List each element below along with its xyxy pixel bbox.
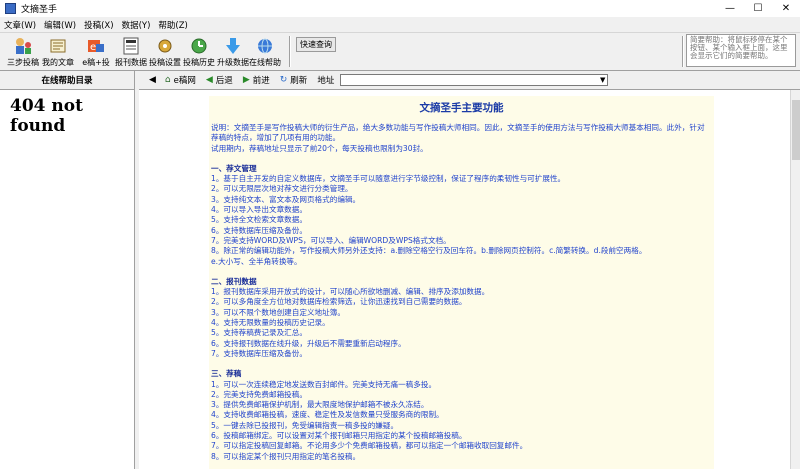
- forward-button[interactable]: ▶ 前进: [243, 74, 270, 86]
- section-heading: 二、报刊数据: [211, 276, 257, 286]
- doc-intro-line: 说明：文摘圣手是写作投稿大师的衍生产品，绝大多数功能与写作投稿大师相同。因此，文…: [211, 123, 705, 143]
- upgrade-data-button[interactable]: 升级数据: [216, 35, 250, 68]
- scrollbar-thumb[interactable]: [792, 100, 800, 160]
- feature-document: 文摘圣手主要功能 说明：文摘圣手是写作投稿大师的衍生产品，绝大多数功能与写作投稿…: [209, 96, 714, 469]
- wizard-icon: [13, 36, 33, 56]
- section-heading: 三、荐稿: [211, 369, 242, 379]
- back-icon: ◀: [205, 75, 213, 85]
- list-item: 1。基于自主开发的自定义数据库，文摘圣手可以随意进行字节级控制，保证了程序的柔韧…: [211, 174, 566, 184]
- svg-text:e: e: [90, 42, 96, 53]
- list-item: e.大小写、全半角转换等。: [211, 256, 302, 266]
- history-icon: [189, 36, 209, 56]
- list-item: 5。支持全文检索文章数据。: [211, 215, 307, 225]
- address-label: 地址: [317, 76, 335, 86]
- list-item: 1。可以一次连续稳定地发送数百封邮件。完美支持无痛一稿多投。: [211, 379, 437, 389]
- list-item: 5。一键去除已投报刊，免受编辑指责一稿多投的嫌疑。: [211, 420, 399, 430]
- newspaper-data-button[interactable]: 报刊数据: [114, 35, 148, 68]
- menu-bar: 文章(W) 编辑(W) 投稿(X) 数据(Y) 帮助(Z): [0, 17, 800, 32]
- home-icon: ⌂: [164, 75, 171, 85]
- toolbar: 三步投稿 我的文章 e e稿+投 报刊数据 投稿设置 投稿历史 升级数据 在线帮…: [0, 32, 800, 71]
- menu-article[interactable]: 文章(W): [0, 19, 40, 31]
- list-item: 4。支持无限数量的投稿历史记录。: [211, 318, 330, 328]
- online-help-button[interactable]: 在线帮助: [248, 35, 282, 68]
- submit-settings-button[interactable]: 投稿设置: [148, 35, 182, 68]
- section-heading: 一、荐文管理: [211, 163, 257, 173]
- menu-help[interactable]: 帮助(Z): [154, 19, 191, 31]
- e-submit-icon: e: [86, 36, 106, 56]
- list-item: 2。可以多角度全方位地对数据库检索筛选，让你迅速找到自己需要的数据。: [211, 297, 467, 307]
- e-submit-button[interactable]: e e稿+投: [79, 35, 113, 68]
- title-bar: 文摘圣手 — ☐ ✕: [0, 0, 800, 17]
- maximize-icon[interactable]: ☐: [744, 0, 772, 17]
- window-title: 文摘圣手: [21, 5, 58, 15]
- collapse-toggle[interactable]: ◀: [149, 75, 159, 85]
- list-item: 2。可以无限层次地对荐文进行分类管理。: [211, 184, 353, 194]
- list-item: 6。投稿邮箱绑定。可以设置对某个报刊邮箱只用指定的某个投稿邮箱投稿。: [211, 431, 467, 441]
- list-item: 6。支持报刊数据在线升级，升级后不需要重新启动程序。: [211, 338, 406, 348]
- close-icon[interactable]: ✕: [772, 0, 800, 17]
- menu-submit[interactable]: 投稿(X): [80, 19, 117, 31]
- help-toc-header: 在线帮助目录: [0, 71, 134, 90]
- refresh-button[interactable]: ↻ 刷新: [280, 74, 308, 86]
- forward-icon: ▶: [242, 75, 250, 85]
- list-item: 3。提供免费邮箱保护机制，最大限度地保护邮箱不被永久冻结。: [211, 400, 429, 410]
- list-item: 2。完美支持免费邮箱投稿。: [211, 389, 307, 399]
- vertical-scrollbar[interactable]: [790, 90, 800, 469]
- settings-icon: [155, 36, 175, 56]
- upgrade-icon: [223, 36, 243, 56]
- newspaper-data-icon: [121, 36, 141, 56]
- minimize-icon[interactable]: —: [716, 0, 744, 17]
- list-item: 4。支持收费邮箱投稿，速度、稳定性及发信数量只受服务商的限制。: [211, 410, 444, 420]
- list-item: 8。除正常的编辑功能外，写作投稿大师另外还支持：a.删除空格空行及回车符。b.删…: [211, 246, 647, 256]
- list-item: 3。支持纯文本、富文本及网页格式的编辑。: [211, 194, 361, 204]
- list-item: 4。可以导入导出文章数据。: [211, 205, 307, 215]
- app-icon: [5, 3, 16, 14]
- help-toc-content: 404 not found: [10, 96, 83, 136]
- list-item: 8。可以指定某个报刊只用指定的笔名投稿。: [211, 451, 361, 461]
- submit-history-button[interactable]: 投稿历史: [182, 35, 216, 68]
- list-item: 1。报刊数据库采用开放式的设计，可以随心所欲地删减、编辑、排序及添加数据。: [211, 287, 490, 297]
- quick-help-box: 简要帮助：将鼠标移停在某个按钮、某个输入框上面，这里会显示它们的简要帮助。: [686, 34, 796, 67]
- window-controls: — ☐ ✕: [716, 0, 800, 17]
- back-button[interactable]: ◀ 后退: [206, 74, 233, 86]
- menu-edit[interactable]: 编辑(W): [40, 19, 80, 31]
- address-input[interactable]: ▼: [340, 74, 609, 86]
- app-window: 文摘圣手 — ☐ ✕ 文章(W) 编辑(W) 投稿(X) 数据(Y) 帮助(Z)…: [0, 0, 800, 469]
- browser-navbar: ◀ ⌂ e稿网 ◀ 后退 ▶ 前进 ↻ 刷新 地址 ▼: [139, 71, 800, 90]
- articles-icon: [48, 36, 68, 56]
- online-help-icon: [255, 36, 275, 56]
- doc-title: 文摘圣手主要功能: [419, 102, 504, 114]
- triangle-left-icon: ◀: [149, 75, 156, 85]
- list-item: 6。支持数据库压缩及备份。: [211, 225, 307, 235]
- ebox-button[interactable]: ⌂ e稿网: [165, 74, 196, 86]
- quick-query-button[interactable]: 快速查询: [296, 37, 336, 52]
- my-articles-button[interactable]: 我的文章: [41, 35, 75, 68]
- list-item: 3。可以不限个数地创建自定义地址簿。: [211, 307, 345, 317]
- doc-intro-line: 试用期内，荐稿地址只显示了前20个，每天投稿也限制为30封。: [211, 143, 428, 153]
- list-item: 7。完美支持WORD及WPS，可以导入、编辑WORD及WPS格式文档。: [211, 235, 451, 245]
- help-toc-panel: 在线帮助目录 404 not found: [0, 71, 135, 469]
- toolbar-separator: [682, 36, 684, 67]
- wizard-button[interactable]: 三步投稿: [6, 35, 40, 68]
- list-item: 7。可以指定投稿回复邮箱。不论用多少个免费邮箱投稿，都可以指定一个邮箱收取回复邮…: [211, 441, 528, 451]
- refresh-icon: ↻: [279, 75, 288, 85]
- list-item: 7。支持数据库压缩及备份。: [211, 348, 307, 358]
- dropdown-arrow-icon[interactable]: ▼: [600, 76, 605, 84]
- menu-data[interactable]: 数据(Y): [118, 19, 155, 31]
- toolbar-separator: [289, 36, 291, 67]
- web-content-area: 文摘圣手主要功能 说明：文摘圣手是写作投稿大师的衍生产品，绝大多数功能与写作投稿…: [139, 90, 790, 469]
- list-item: 5。支持荐稿费记录及汇总。: [211, 328, 307, 338]
- panel-splitter[interactable]: [135, 71, 138, 469]
